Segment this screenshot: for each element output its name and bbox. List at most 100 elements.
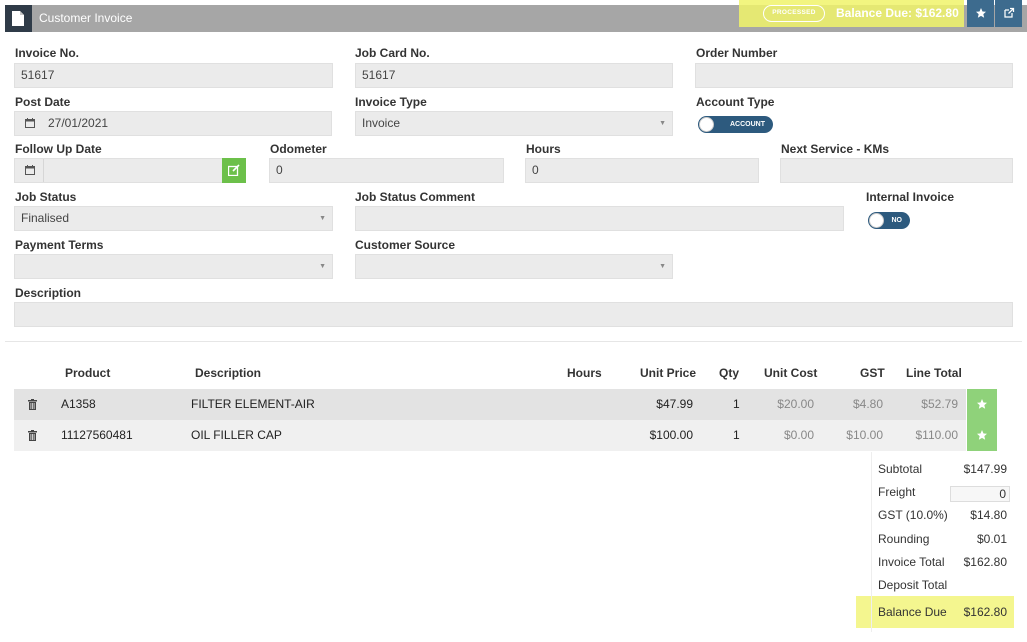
- post-date-value: 27/01/2021: [48, 116, 109, 130]
- chevron-down-icon: ▼: [319, 263, 326, 270]
- odometer-field[interactable]: 0: [269, 158, 504, 183]
- chevron-down-icon: ▼: [659, 120, 666, 127]
- delete-row-button[interactable]: [28, 420, 37, 453]
- invoice-total-label: Invoice Total: [878, 555, 945, 569]
- payment-terms-label: Payment Terms: [15, 238, 104, 252]
- delete-row-button[interactable]: [28, 389, 37, 422]
- job-card-no-field[interactable]: 51617: [355, 63, 673, 88]
- job-card-no-label: Job Card No.: [355, 46, 430, 60]
- col-header-gst: GST: [860, 366, 885, 380]
- page-title: Customer Invoice: [39, 11, 133, 25]
- cell-unit-cost: $20.00: [777, 397, 814, 411]
- cell-gst: $10.00: [846, 428, 883, 442]
- favourite-button[interactable]: [967, 0, 994, 27]
- invoice-type-label: Invoice Type: [355, 95, 427, 109]
- rounding-value: $0.01: [976, 532, 1007, 546]
- star-icon: [975, 8, 986, 18]
- cell-product: A1358: [61, 397, 96, 411]
- toggle-knob: [699, 117, 714, 132]
- row-favourite-button[interactable]: [967, 420, 997, 451]
- cell-description: OIL FILLER CAP: [191, 428, 282, 442]
- freight-input[interactable]: 0: [950, 486, 1010, 502]
- balance-due-value: $162.80: [963, 605, 1007, 619]
- job-status-comment-field[interactable]: [355, 206, 844, 231]
- internal-invoice-toggle[interactable]: NO: [868, 212, 910, 229]
- cell-qty: 1: [733, 428, 740, 442]
- job-status-value: Finalised: [21, 211, 70, 225]
- cell-line-total: $110.00: [915, 428, 959, 442]
- toggle-knob: [869, 213, 884, 228]
- external-link-icon: [1003, 7, 1014, 18]
- cell-product: 11127560481: [61, 428, 133, 442]
- account-type-toggle[interactable]: ACCOUNT: [698, 116, 773, 133]
- account-type-label: Account Type: [696, 95, 775, 109]
- customer-source-label: Customer Source: [355, 238, 456, 252]
- odometer-label: Odometer: [270, 142, 327, 156]
- internal-invoice-toggle-label: NO: [891, 217, 903, 224]
- col-header-hours: Hours: [567, 366, 602, 380]
- table-row[interactable]: 11127560481 OIL FILLER CAP $100.00 1 $0.…: [14, 420, 966, 451]
- col-header-qty: Qty: [719, 366, 740, 380]
- follow-up-date-field[interactable]: [14, 158, 224, 183]
- next-service-label: Next Service - KMs: [781, 142, 890, 156]
- section-divider: [5, 341, 1022, 342]
- status-badge: PROCESSED: [763, 5, 825, 22]
- follow-up-date-label: Follow Up Date: [15, 142, 102, 156]
- post-date-label: Post Date: [15, 95, 71, 109]
- deposit-total-label: Deposit Total: [878, 578, 948, 592]
- description-field[interactable]: [14, 302, 1013, 327]
- payment-terms-select[interactable]: ▼: [14, 254, 333, 279]
- cell-unit-cost: $0.00: [783, 428, 814, 442]
- invoice-type-select[interactable]: Invoice ▼: [355, 111, 673, 136]
- invoice-no-label: Invoice No.: [15, 46, 80, 60]
- row-favourite-button[interactable]: [967, 389, 997, 420]
- document-icon: [5, 5, 32, 32]
- job-status-comment-label: Job Status Comment: [355, 190, 476, 204]
- col-header-unit-price: Unit Price: [640, 366, 697, 380]
- col-header-unit-cost: Unit Cost: [764, 366, 818, 380]
- order-number-label: Order Number: [696, 46, 778, 60]
- post-date-field[interactable]: 27/01/2021: [14, 111, 332, 136]
- trash-icon: [28, 430, 37, 441]
- cell-unit-price: $47.99: [656, 397, 693, 411]
- cell-qty: 1: [733, 397, 740, 411]
- header-balance-due: Balance Due: $162.80: [836, 6, 959, 20]
- col-header-product: Product: [65, 366, 111, 380]
- job-status-select[interactable]: Finalised ▼: [14, 206, 333, 231]
- gst-value: $14.80: [970, 508, 1007, 522]
- next-service-field[interactable]: [780, 158, 1013, 183]
- cell-line-total: $52.79: [921, 397, 958, 411]
- cell-gst: $4.80: [852, 397, 883, 411]
- calendar-icon: [25, 118, 35, 128]
- subtotal-value: $147.99: [963, 462, 1007, 476]
- description-label: Description: [15, 286, 82, 300]
- account-type-toggle-label: ACCOUNT: [730, 121, 765, 128]
- gst-label: GST (10.0%): [878, 508, 948, 522]
- subtotal-label: Subtotal: [878, 462, 923, 476]
- balance-due-label: Balance Due: [878, 605, 947, 619]
- invoice-type-value: Invoice: [362, 116, 401, 130]
- job-status-label: Job Status: [15, 190, 77, 204]
- order-number-field[interactable]: [695, 63, 1013, 88]
- trash-icon: [28, 399, 37, 410]
- edit-follow-up-button[interactable]: [222, 158, 246, 183]
- cell-description: FILTER ELEMENT-AIR: [191, 397, 315, 411]
- edit-icon: [228, 164, 240, 176]
- hours-field[interactable]: 0: [525, 158, 759, 183]
- freight-label: Freight: [878, 485, 916, 499]
- col-header-line-total: Line Total: [906, 366, 962, 380]
- field-divider: [43, 159, 44, 182]
- hours-label: Hours: [526, 142, 561, 156]
- rounding-label: Rounding: [878, 532, 930, 546]
- open-external-button[interactable]: [995, 0, 1022, 27]
- invoice-total-value: $162.80: [963, 555, 1007, 569]
- star-icon: [977, 430, 987, 440]
- invoice-no-field[interactable]: 51617: [14, 63, 333, 88]
- table-row[interactable]: A1358 FILTER ELEMENT-AIR $47.99 1 $20.00…: [14, 389, 966, 420]
- calendar-icon: [25, 165, 35, 175]
- customer-source-select[interactable]: ▼: [355, 254, 673, 279]
- totals-panel: Subtotal $147.99 Freight 0 GST (10.0%) $…: [871, 452, 1013, 632]
- chevron-down-icon: ▼: [659, 263, 666, 270]
- col-header-description: Description: [195, 366, 262, 380]
- chevron-down-icon: ▼: [319, 215, 326, 222]
